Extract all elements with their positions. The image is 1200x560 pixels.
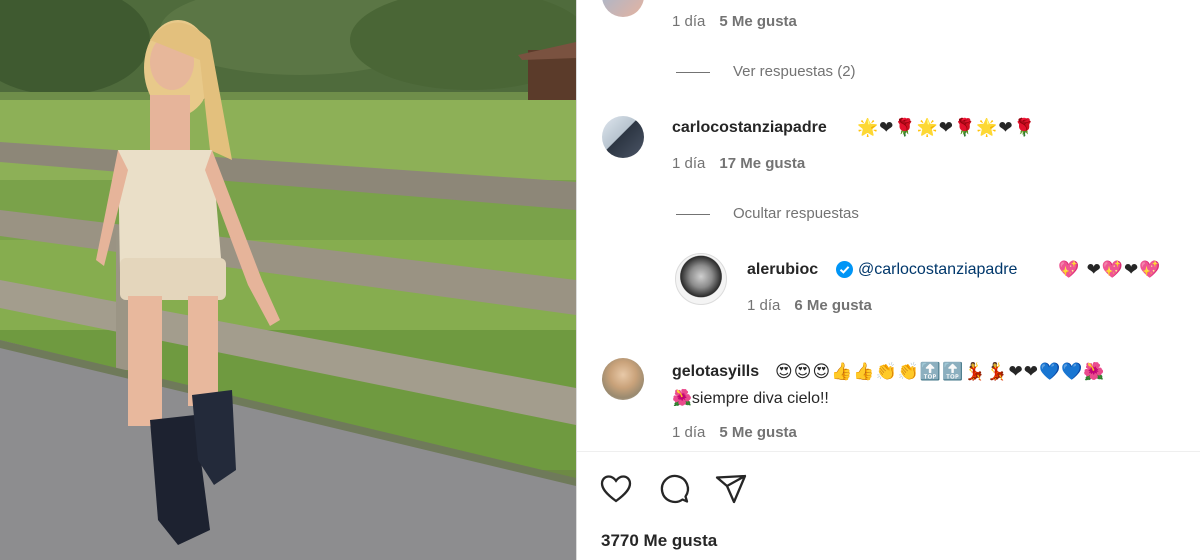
comment-meta: 1 día 5 Me gusta <box>672 13 797 30</box>
comment-time: 1 día <box>672 13 706 30</box>
comment-time: 1 día <box>672 155 706 172</box>
post-photo <box>0 0 576 560</box>
comment-text: 😍😍😍👍👍👏👏🔝🔝💃💃❤❤💙💙🌺 <box>775 362 1106 382</box>
reply-likes[interactable]: 6 Me gusta <box>794 297 872 314</box>
comment-icon <box>660 474 690 504</box>
reply-meta: 1 día 6 Me gusta <box>747 297 872 314</box>
comment-text: 🌟❤🌹🌟❤🌹🌟❤🌹 <box>857 118 1036 138</box>
comment-username[interactable]: carlocostanziapadre <box>672 119 827 137</box>
actions-divider <box>577 451 1200 452</box>
comment-username[interactable]: gelotasyills <box>672 363 759 381</box>
like-button[interactable] <box>599 472 633 506</box>
view-replies-button[interactable]: Ver respuestas (2) <box>733 63 856 80</box>
comments-panel: 1 día 5 Me gusta Ver respuestas (2) carlo… <box>577 0 1200 560</box>
comment-likes[interactable]: 5 Me gusta <box>719 13 797 30</box>
comment-likes[interactable]: 17 Me gusta <box>719 155 805 172</box>
verified-badge-icon <box>836 261 853 278</box>
reply-mention-link[interactable]: @carlocostanziapadre <box>858 261 1017 279</box>
comment-meta: 1 día 17 Me gusta <box>672 155 805 172</box>
avatar[interactable] <box>602 116 644 158</box>
reply-time: 1 día <box>747 297 781 314</box>
comment-button[interactable] <box>657 472 691 506</box>
hide-replies-button[interactable]: Ocultar respuestas <box>733 205 859 222</box>
heart-icon <box>600 475 632 503</box>
thread-line <box>676 72 710 73</box>
reply-username[interactable]: alerubioc <box>747 261 818 279</box>
comment-time: 1 día <box>672 424 706 441</box>
comment-body: siempre diva cielo!! <box>691 390 829 407</box>
avatar[interactable] <box>602 358 644 400</box>
reply-text: 💖 ❤💖❤💖 <box>1058 260 1162 280</box>
share-icon <box>715 474 747 504</box>
hibiscus-emoji: 🌺 <box>672 388 692 407</box>
comment-likes[interactable]: 5 Me gusta <box>719 424 797 441</box>
thread-line <box>676 214 710 215</box>
comment-meta: 1 día 5 Me gusta <box>672 424 797 441</box>
comment-text-line: 🌺siempre diva cielo!! <box>672 388 829 408</box>
likes-count[interactable]: 3770 Me gusta <box>601 531 717 551</box>
avatar[interactable] <box>675 253 727 305</box>
avatar[interactable] <box>602 0 644 17</box>
share-button[interactable] <box>714 472 748 506</box>
